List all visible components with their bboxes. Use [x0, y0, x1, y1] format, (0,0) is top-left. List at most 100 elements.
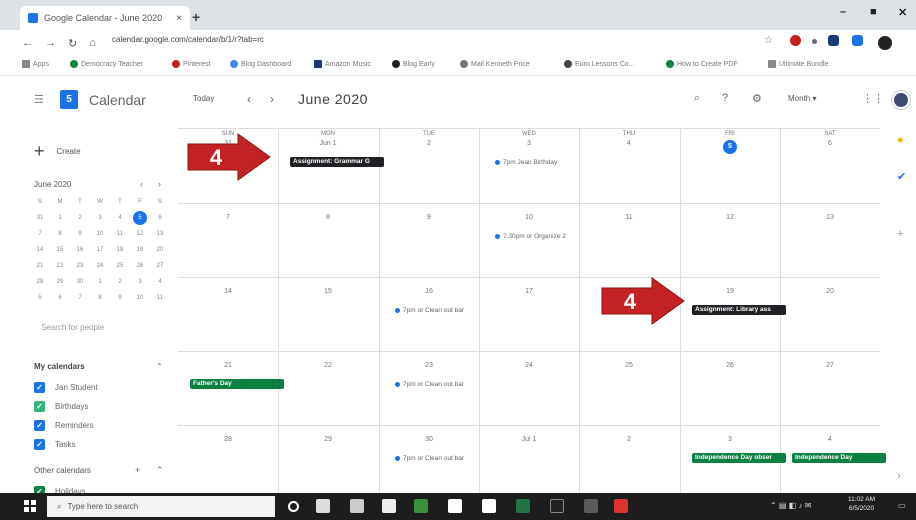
checkbox-icon[interactable]: ✓ — [34, 439, 45, 450]
mini-day[interactable]: 15 — [50, 243, 70, 257]
system-tray-icons[interactable]: ⌃ ▤ ◧ ♪ ✉ — [770, 501, 811, 510]
mini-day[interactable]: 26 — [130, 259, 150, 273]
browser-profile-avatar[interactable] — [878, 36, 892, 50]
mail-icon[interactable] — [350, 499, 364, 513]
mini-next-icon[interactable]: › — [158, 179, 161, 189]
extension-red-icon[interactable] — [790, 35, 801, 46]
next-month-icon[interactable]: › — [270, 92, 274, 106]
today-button[interactable]: Today — [193, 94, 214, 103]
day-number[interactable]: 28 — [178, 436, 278, 443]
bookmark-item[interactable]: Democracy Teacher — [70, 60, 143, 68]
bookmark-item[interactable]: Blog Dashboard — [230, 60, 291, 68]
mini-day[interactable]: 10 — [90, 227, 110, 241]
mini-day[interactable]: 7 — [30, 227, 50, 241]
bookmark-item[interactable]: Blog Early — [392, 60, 435, 68]
mini-day[interactable]: 23 — [70, 259, 90, 273]
day-number[interactable]: 8 — [278, 214, 378, 221]
mini-day[interactable]: 30 — [70, 275, 90, 289]
day-number[interactable]: 16 — [379, 288, 479, 295]
day-number[interactable]: Jun 1 — [278, 140, 378, 147]
mini-day[interactable]: 11 — [110, 227, 130, 241]
view-select[interactable]: Month ▾ — [788, 94, 816, 103]
mini-day[interactable]: 1 — [50, 211, 70, 225]
mini-day[interactable]: 28 — [30, 275, 50, 289]
mini-day[interactable]: 29 — [50, 275, 70, 289]
mini-day[interactable]: 11 — [150, 291, 170, 305]
calendar-event[interactable]: 7pm or Clean out bar — [395, 381, 464, 388]
calendar-event[interactable]: 7pm or Clean out bar — [395, 455, 464, 462]
star-icon[interactable]: ☆ — [764, 35, 775, 46]
cortana-icon[interactable] — [288, 501, 299, 512]
mini-day[interactable]: 4 — [150, 275, 170, 289]
bookmark-item[interactable]: Apps — [22, 60, 49, 68]
new-tab-icon[interactable]: + — [192, 9, 200, 25]
day-number[interactable]: 10 — [479, 214, 579, 221]
day-number[interactable]: 6 — [780, 140, 880, 147]
tasks-icon[interactable]: ✔ — [897, 170, 906, 183]
settings-gear-icon[interactable]: ⚙ — [752, 92, 762, 105]
bookmark-item[interactable]: Ultimate Bundle — [768, 60, 828, 68]
day-number[interactable]: 22 — [278, 362, 378, 369]
mini-day[interactable]: 3 — [130, 275, 150, 289]
mini-day[interactable]: 6 — [150, 211, 170, 225]
mini-day[interactable]: 5 — [30, 291, 50, 305]
back-icon[interactable]: ← — [22, 37, 33, 49]
task-view-icon[interactable] — [316, 499, 330, 513]
day-number[interactable]: 11 — [579, 214, 679, 221]
store-icon[interactable] — [382, 499, 396, 513]
bookmark-item[interactable]: How to Create PDF — [666, 60, 738, 68]
chrome-icon[interactable] — [584, 499, 598, 513]
search-icon[interactable]: ⌕ — [694, 92, 700, 105]
extension-g-icon[interactable] — [852, 35, 863, 46]
app-red-icon[interactable] — [614, 499, 628, 513]
day-number[interactable]: 17 — [479, 288, 579, 295]
bookmark-item[interactable]: Mail Kenneth Price — [460, 60, 530, 68]
browser-tab[interactable]: Google Calendar - June 2020 × — [20, 6, 190, 30]
bookmark-item[interactable]: Amazon Music — [314, 60, 371, 68]
checkbox-icon[interactable]: ✓ — [34, 420, 45, 431]
minimize-icon[interactable]: – — [840, 6, 846, 18]
previous-month-icon[interactable]: ‹ — [247, 92, 251, 106]
mini-day[interactable]: 25 — [110, 259, 130, 273]
taskbar-clock[interactable]: 11:02 AM 6/5/2020 — [848, 495, 875, 513]
calendar-event[interactable]: 7pm Jean Birthday — [495, 159, 557, 166]
day-number[interactable]: 26 — [680, 362, 780, 369]
apps-grid-icon[interactable]: ⋮⋮ — [862, 92, 884, 105]
holiday-event[interactable]: Father's Day — [190, 379, 284, 389]
excel-icon[interactable] — [414, 499, 428, 513]
extension-blue-icon[interactable] — [828, 35, 839, 46]
mini-day[interactable]: 16 — [70, 243, 90, 257]
day-number[interactable]: 29 — [278, 436, 378, 443]
day-number[interactable]: 2 — [379, 140, 479, 147]
holiday-event[interactable]: Independence Day — [792, 453, 886, 463]
mini-day[interactable]: 8 — [90, 291, 110, 305]
mini-day[interactable]: 6 — [50, 291, 70, 305]
spreadsheet-icon[interactable] — [516, 499, 530, 513]
day-number[interactable]: 14 — [178, 288, 278, 295]
mini-day[interactable]: 9 — [110, 291, 130, 305]
day-number[interactable]: 19 — [680, 288, 780, 295]
collapse-caret-icon[interactable]: ⌃ — [156, 465, 164, 476]
keep-icon[interactable]: ● — [897, 134, 904, 146]
day-number[interactable]: 21 — [178, 362, 278, 369]
mini-day[interactable]: 12 — [130, 227, 150, 241]
taskbar-search[interactable]: ⌕ Type here to search — [47, 496, 275, 517]
mini-day[interactable]: 17 — [90, 243, 110, 257]
extension-dot-icon[interactable] — [812, 39, 817, 44]
mini-day[interactable]: 3 — [90, 211, 110, 225]
mini-day[interactable]: 9 — [70, 227, 90, 241]
day-number[interactable]: 4 — [579, 140, 679, 147]
reload-icon[interactable]: ↻ — [68, 37, 77, 50]
mini-day[interactable]: 27 — [150, 259, 170, 273]
file-icon[interactable] — [448, 499, 462, 513]
tab-close-icon[interactable]: × — [176, 13, 182, 24]
mini-prev-icon[interactable]: ‹ — [140, 179, 143, 189]
mini-day[interactable]: 4 — [110, 211, 130, 225]
day-number[interactable]: 7 — [178, 214, 278, 221]
checkbox-icon[interactable]: ✓ — [34, 382, 45, 393]
calendar-event[interactable]: 7:30pm or Organize 2 — [495, 233, 566, 240]
day-number[interactable]: 5 — [680, 140, 780, 154]
mini-day[interactable]: 14 — [30, 243, 50, 257]
main-menu-icon[interactable]: ☰ — [34, 93, 44, 106]
app-icon[interactable] — [550, 499, 564, 513]
